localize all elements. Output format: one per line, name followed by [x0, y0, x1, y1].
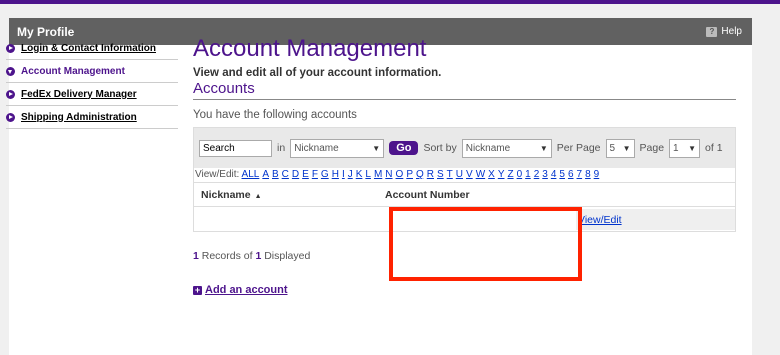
- column-header-account-number[interactable]: Account Number: [385, 189, 470, 201]
- alpha-letter-link[interactable]: A: [262, 169, 269, 180]
- accounts-intro: You have the following accounts: [193, 109, 357, 121]
- sort-by-select[interactable]: Nickname ▼: [461, 138, 552, 158]
- alpha-letter-link[interactable]: Y: [498, 169, 505, 180]
- alpha-letter-link[interactable]: ALL: [242, 169, 260, 180]
- alpha-letter-link[interactable]: 1: [525, 169, 531, 180]
- alpha-letter-link[interactable]: O: [396, 169, 404, 180]
- alpha-letter-link[interactable]: C: [282, 169, 289, 180]
- top-brand-bar: [0, 0, 780, 4]
- alpha-letter-link[interactable]: K: [356, 169, 363, 180]
- search-field-select[interactable]: Nickname ▼: [290, 138, 385, 158]
- add-account-label: Add an account: [205, 284, 288, 296]
- alpha-letter-link[interactable]: 2: [534, 169, 540, 180]
- chevron-down-icon: ▼: [622, 143, 631, 153]
- per-page-value: 5: [609, 142, 616, 154]
- column-header-label: Nickname: [201, 188, 251, 201]
- chevron-down-icon: ▼: [372, 143, 381, 153]
- filter-bar: in Nickname ▼ Go Sort by Nickname ▼ Per …: [194, 128, 735, 168]
- sidebar-item-label: Account Management: [21, 65, 125, 77]
- sort-by-value: Nickname: [465, 142, 511, 154]
- page-subtitle: View and edit all of your account inform…: [193, 67, 442, 79]
- column-header-nickname[interactable]: Nickname ▲: [201, 189, 262, 201]
- alpha-letter-link[interactable]: I: [342, 169, 345, 180]
- alpha-letter-link[interactable]: D: [292, 169, 299, 180]
- go-button[interactable]: Go: [389, 141, 419, 155]
- per-page-label: Per Page: [556, 142, 601, 154]
- table-header: Nickname ▲ Account Number: [194, 182, 735, 206]
- alpha-letter-link[interactable]: W: [476, 169, 485, 180]
- records-mid: Records of: [198, 250, 256, 262]
- arrow-right-icon: [6, 43, 15, 53]
- alpha-letter-link[interactable]: 8: [585, 169, 591, 180]
- alpha-letter-link[interactable]: M: [374, 169, 382, 180]
- alpha-letters: ALL A B C D E F G H I J K L M N O P Q R S T U V W X Y Z 0 1 2 3 4 5 6 7 8 9: [242, 169, 603, 180]
- alpha-letter-link[interactable]: T: [447, 169, 453, 180]
- arrow-right-icon: [6, 112, 15, 122]
- plus-icon: +: [193, 284, 202, 295]
- arrow-right-icon: [6, 89, 15, 99]
- alpha-letter-link[interactable]: R: [427, 169, 434, 180]
- sidebar-nav: Login & Contact Information Account Mana…: [6, 37, 178, 129]
- alpha-letter-link[interactable]: S: [437, 169, 444, 180]
- alpha-letter-link[interactable]: G: [321, 169, 329, 180]
- chevron-down-icon: ▼: [539, 143, 548, 153]
- sidebar-item-label: Login & Contact Information: [21, 42, 156, 54]
- search-field-value: Nickname: [294, 142, 339, 154]
- sidebar-item-label: FedEx Delivery Manager: [21, 88, 137, 100]
- page-value: 1: [673, 142, 679, 154]
- alpha-letter-link[interactable]: J: [348, 169, 353, 180]
- alpha-letter-link[interactable]: P: [406, 169, 413, 180]
- page-title: Account Management: [193, 35, 427, 62]
- sidebar-item-delivery-manager[interactable]: FedEx Delivery Manager: [6, 83, 178, 106]
- page-label: Page: [639, 142, 665, 154]
- alpha-letter-link[interactable]: L: [365, 169, 371, 180]
- in-label: in: [277, 142, 286, 154]
- alpha-letter-link[interactable]: X: [488, 169, 495, 180]
- alpha-letter-link[interactable]: V: [466, 169, 473, 180]
- alpha-filter: View/Edit: ALL A B C D E F G H I J K L M N O P Q R S T U V W X Y Z…: [194, 168, 735, 182]
- per-page-select[interactable]: 5 ▼: [605, 138, 635, 158]
- page-select[interactable]: 1 ▼: [669, 138, 701, 158]
- chevron-down-icon: ▼: [688, 143, 697, 153]
- alpha-letter-link[interactable]: E: [302, 169, 309, 180]
- alpha-letter-link[interactable]: 9: [594, 169, 600, 180]
- alpha-filter-label: View/Edit:: [195, 169, 240, 180]
- sort-by-label: Sort by: [423, 142, 457, 154]
- sidebar-item-label: Shipping Administration: [21, 111, 137, 123]
- alpha-letter-link[interactable]: 5: [559, 169, 565, 180]
- alpha-letter-link[interactable]: U: [456, 169, 463, 180]
- alpha-letter-link[interactable]: 4: [551, 169, 557, 180]
- sidebar-item-login-contact[interactable]: Login & Contact Information: [6, 37, 178, 60]
- highlight-box: [389, 207, 582, 281]
- search-input[interactable]: [199, 139, 272, 157]
- view-edit-link[interactable]: View/Edit: [578, 214, 622, 226]
- alpha-letter-link[interactable]: F: [312, 169, 318, 180]
- alpha-letter-link[interactable]: B: [272, 169, 279, 180]
- alpha-letter-link[interactable]: Z: [507, 169, 513, 180]
- sidebar-item-shipping-admin[interactable]: Shipping Administration: [6, 106, 178, 129]
- alpha-letter-link[interactable]: 7: [577, 169, 583, 180]
- alpha-letter-link[interactable]: N: [385, 169, 392, 180]
- alpha-letter-link[interactable]: 3: [542, 169, 548, 180]
- alpha-letter-link[interactable]: 0: [517, 169, 523, 180]
- sidebar-item-account-management[interactable]: Account Management: [6, 60, 178, 83]
- arrow-down-icon: [6, 66, 15, 76]
- sort-asc-icon: ▲: [254, 192, 262, 200]
- alpha-letter-link[interactable]: 6: [568, 169, 574, 180]
- section-title: Accounts: [193, 80, 736, 100]
- add-account-link[interactable]: + Add an account: [193, 284, 736, 296]
- page-of-label: of 1: [705, 142, 723, 154]
- alpha-letter-link[interactable]: H: [332, 169, 339, 180]
- records-suffix: Displayed: [261, 250, 311, 262]
- alpha-letter-link[interactable]: Q: [416, 169, 424, 180]
